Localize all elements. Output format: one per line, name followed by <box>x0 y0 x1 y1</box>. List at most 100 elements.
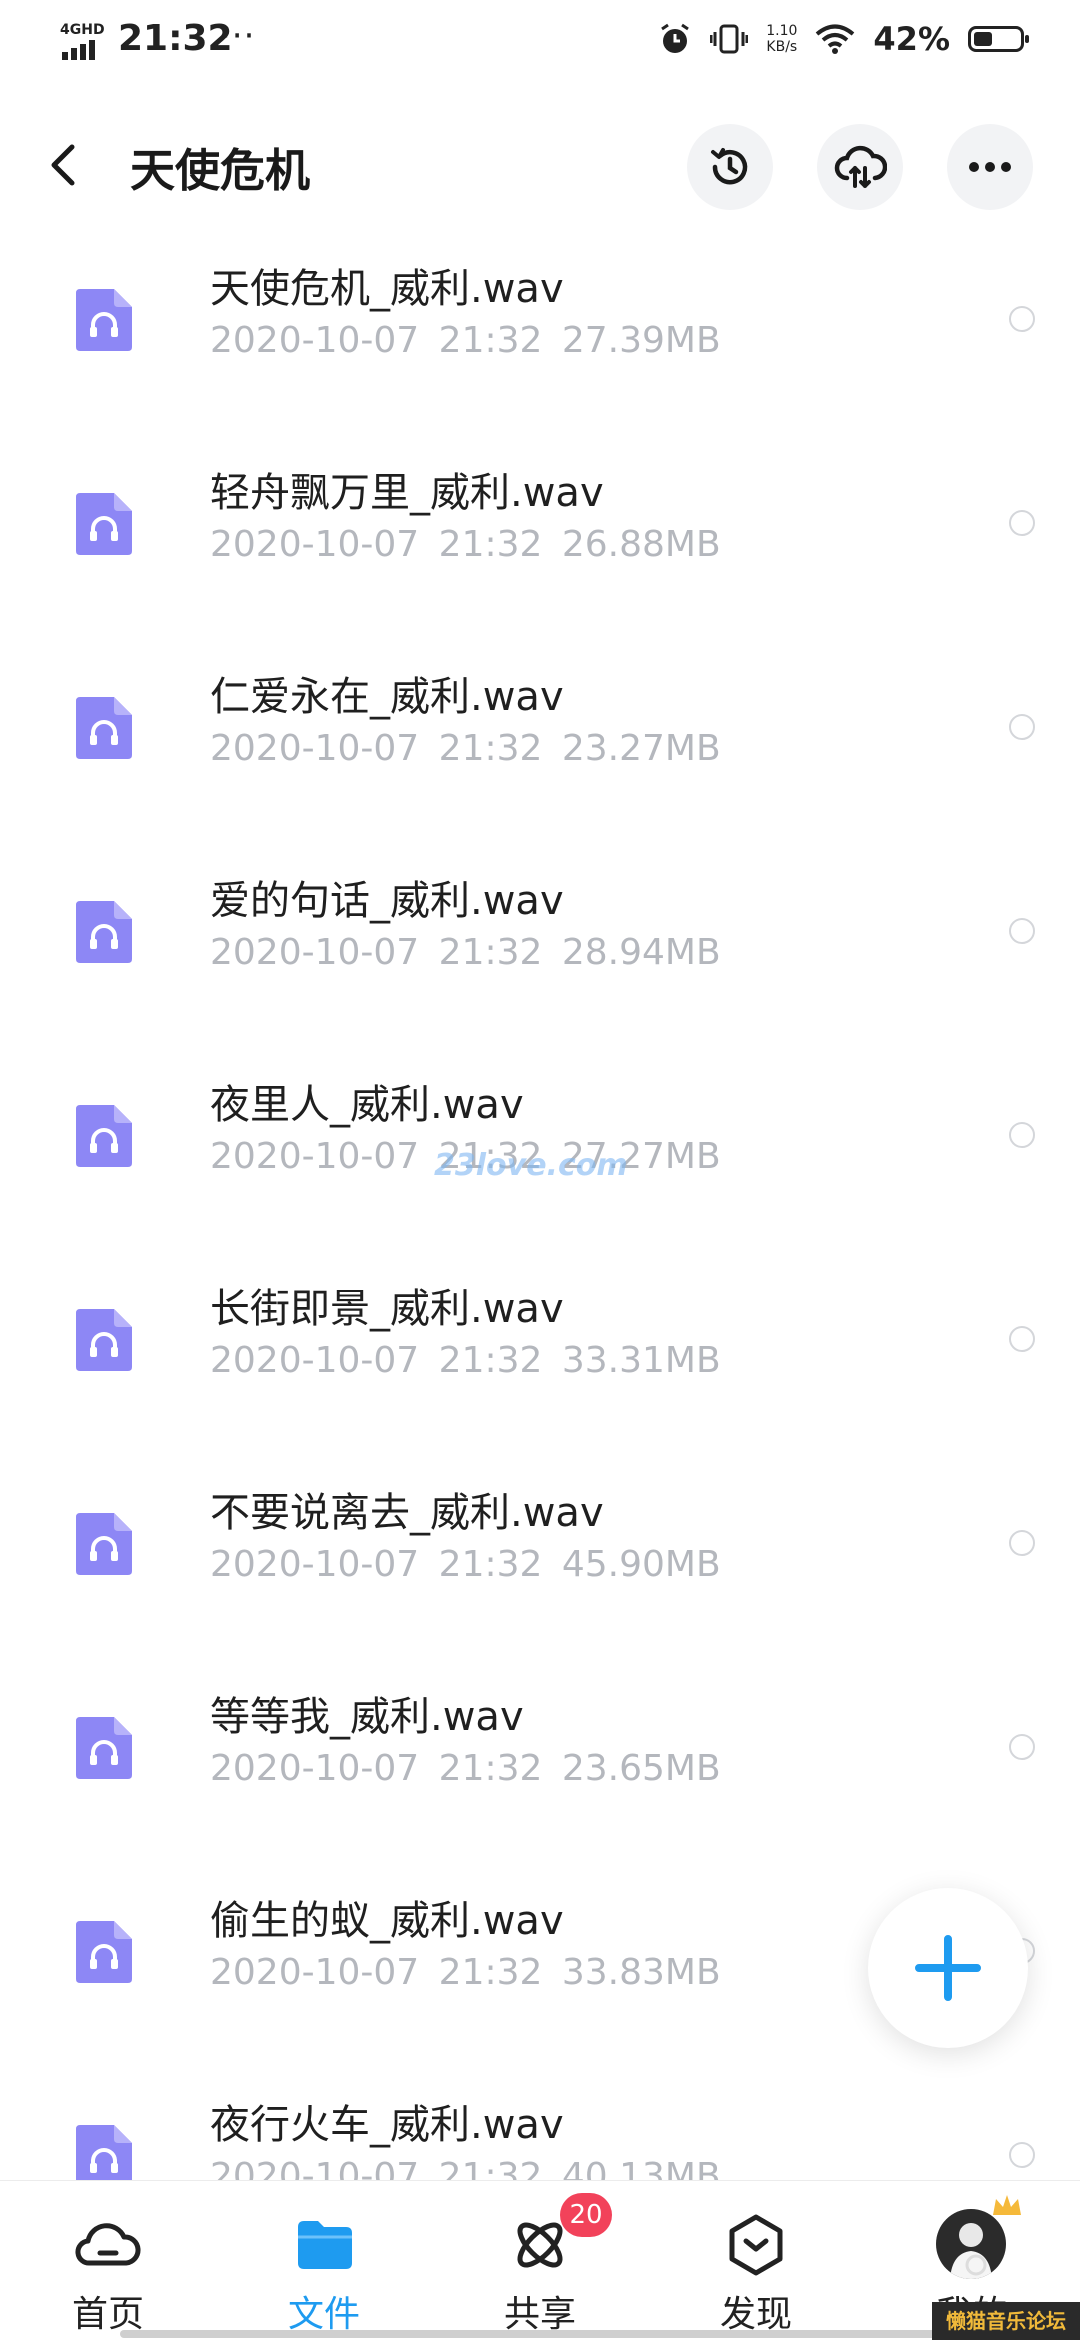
avatar-icon <box>950 2223 992 2279</box>
file-name: 轻舟飘万里_威利.wav <box>210 470 604 516</box>
file-row[interactable]: 长街即景_威利.wav 2020-10-07 21:32 33.31MB <box>0 1262 1080 1466</box>
file-name: 仁爱永在_威利.wav <box>210 674 564 720</box>
audio-file-icon <box>76 1513 132 1575</box>
status-time: 21:32 <box>118 18 233 59</box>
file-time: 21:32 <box>438 1340 543 1381</box>
home-cloud-icon <box>75 2223 141 2266</box>
cloud-sync-button[interactable] <box>817 124 903 210</box>
file-meta: 2020-10-07 21:32 33.83MB <box>210 1952 721 1993</box>
file-name: 夜里人_威利.wav <box>210 1082 524 1128</box>
file-size: 23.65MB <box>561 1748 721 1789</box>
file-date: 2020-10-07 <box>210 932 420 973</box>
select-radio[interactable] <box>1009 918 1035 944</box>
share-badge: 20 <box>560 2193 612 2237</box>
file-meta: 2020-10-07 21:32 23.65MB <box>210 1748 721 1789</box>
audio-file-icon <box>76 697 132 759</box>
file-list: 天使危机_威利.wav 2020-10-07 21:32 27.39MB 轻舟飘万里… <box>0 242 1080 2182</box>
top-app-bar: 天使危机 <box>0 100 1080 230</box>
forum-watermark-badge: 懒猫音乐论坛 <box>932 2302 1080 2340</box>
bottom-nav: 首页 文件 20 共享 发现 我 <box>0 2180 1080 2341</box>
file-date: 2020-10-07 <box>210 1544 420 1585</box>
file-time: 21:32 <box>438 524 543 565</box>
network-speed: 1.10 KB/s <box>766 23 797 55</box>
file-date: 2020-10-07 <box>210 1136 420 1177</box>
more-button[interactable] <box>947 124 1033 210</box>
file-meta: 2020-10-07 21:32 33.31MB <box>210 1340 721 1381</box>
file-time: 21:32 <box>438 320 543 361</box>
file-size: 33.31MB <box>561 1340 721 1381</box>
file-name: 不要说离去_威利.wav <box>210 1490 604 1536</box>
select-radio[interactable] <box>1009 1326 1035 1352</box>
file-time: 21:32 <box>438 1748 543 1789</box>
crown-icon <box>993 2195 1021 2215</box>
audio-file-icon <box>76 289 132 351</box>
select-radio[interactable] <box>1009 2142 1035 2168</box>
chevron-left-icon <box>51 144 75 186</box>
file-name: 天使危机_威利.wav <box>210 266 564 312</box>
audio-file-icon <box>76 1105 132 1167</box>
audio-file-icon <box>76 1309 132 1371</box>
discover-cube-icon <box>729 2214 783 2276</box>
file-time: 21:32 <box>438 728 543 769</box>
wifi-icon <box>816 24 855 54</box>
back-button[interactable] <box>48 130 96 200</box>
select-radio[interactable] <box>1009 1530 1035 1556</box>
file-row[interactable]: 天使危机_威利.wav 2020-10-07 21:32 27.39MB <box>0 242 1080 446</box>
select-radio[interactable] <box>1009 1122 1035 1148</box>
file-meta: 2020-10-07 21:32 45.90MB <box>210 1544 721 1585</box>
audio-file-icon <box>76 2125 132 2182</box>
add-button[interactable] <box>868 1888 1028 2048</box>
nav-files[interactable]: 文件 <box>224 2181 424 2341</box>
file-size: 23.27MB <box>561 728 721 769</box>
page-title: 天使危机 <box>130 144 311 197</box>
nav-home[interactable]: 首页 <box>8 2181 208 2341</box>
select-radio[interactable] <box>1009 1734 1035 1760</box>
select-radio[interactable] <box>1009 714 1035 740</box>
signal-icon: 4GHD <box>60 22 108 62</box>
file-date: 2020-10-07 <box>210 1952 420 1993</box>
battery-icon <box>968 26 1029 52</box>
file-meta: 2020-10-07 21:32 26.88MB <box>210 524 721 565</box>
more-icon <box>969 162 1011 172</box>
battery-percent: 42% <box>873 20 950 58</box>
file-time: 21:32 <box>438 1952 543 1993</box>
audio-file-icon <box>76 493 132 555</box>
home-indicator <box>120 2330 960 2338</box>
file-size: 26.88MB <box>561 524 721 565</box>
nav-discover[interactable]: 发现 <box>656 2181 856 2341</box>
network-type: 4GHD <box>60 22 105 38</box>
file-row[interactable]: 不要说离去_威利.wav 2020-10-07 21:32 45.90MB <box>0 1466 1080 1670</box>
file-date: 2020-10-07 <box>210 524 420 565</box>
file-date: 2020-10-07 <box>210 1748 420 1789</box>
speed-unit: KB/s <box>766 39 798 55</box>
audio-file-icon <box>76 1921 132 1983</box>
status-more-dots: ··· <box>220 16 256 56</box>
file-meta: 2020-10-07 21:32 27.39MB <box>210 320 721 361</box>
cloud-sync-icon <box>834 145 887 188</box>
file-meta: 2020-10-07 21:32 40.13MB <box>210 2156 721 2182</box>
select-radio[interactable] <box>1009 306 1035 332</box>
file-row[interactable]: 爱的句话_威利.wav 2020-10-07 21:32 28.94MB <box>0 854 1080 1058</box>
file-date: 2020-10-07 <box>210 2156 420 2182</box>
file-name: 夜行火车_威利.wav <box>210 2102 564 2148</box>
nav-share[interactable]: 20 共享 <box>440 2181 640 2341</box>
file-name: 长街即景_威利.wav <box>210 1286 564 1332</box>
file-time: 21:32 <box>438 2156 543 2182</box>
file-time: 21:32 <box>438 932 543 973</box>
history-icon <box>711 148 748 185</box>
file-row[interactable]: 仁爱永在_威利.wav 2020-10-07 21:32 23.27MB <box>0 650 1080 854</box>
file-row[interactable]: 轻舟飘万里_威利.wav 2020-10-07 21:32 26.88MB <box>0 446 1080 650</box>
file-size: 40.13MB <box>561 2156 721 2182</box>
file-row[interactable]: 等等我_威利.wav 2020-10-07 21:32 23.65MB <box>0 1670 1080 1874</box>
plus-icon <box>915 1935 981 2001</box>
avatar <box>936 2209 1006 2279</box>
file-size: 27.39MB <box>561 320 721 361</box>
select-radio[interactable] <box>1009 510 1035 536</box>
file-meta: 2020-10-07 21:32 23.27MB <box>210 728 721 769</box>
status-bar: 4GHD 21:32 ··· 1.10 KB/s 42% <box>0 0 1080 84</box>
history-button[interactable] <box>687 124 773 210</box>
file-size: 28.94MB <box>561 932 721 973</box>
file-date: 2020-10-07 <box>210 728 420 769</box>
file-row[interactable]: 夜行火车_威利.wav 2020-10-07 21:32 40.13MB <box>0 2078 1080 2182</box>
file-date: 2020-10-07 <box>210 1340 420 1381</box>
